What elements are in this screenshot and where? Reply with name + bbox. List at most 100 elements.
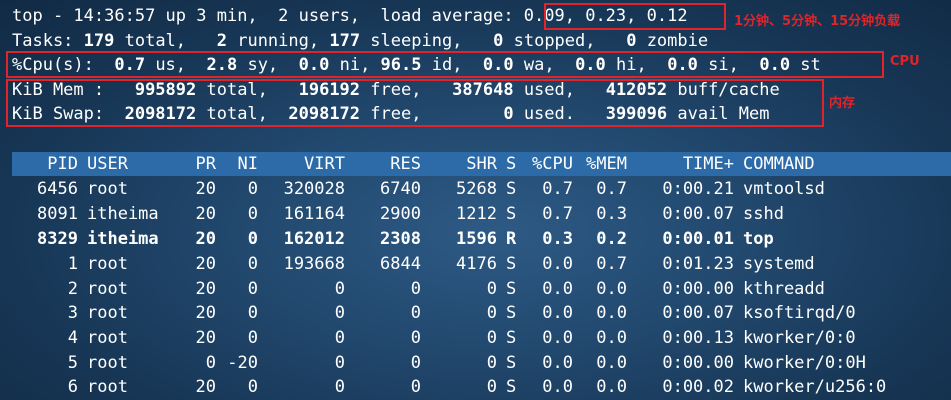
mem-cell: 0.3 (596, 204, 627, 224)
tasks-running: 2 (216, 31, 227, 51)
process-row[interactable]: 5 root 0 -20 0 0 0 S 0.0 0.0 0:00.00 kwo… (0, 351, 951, 376)
cpu-cell: 0.0 (542, 328, 573, 348)
pr-cell: 20 (195, 303, 216, 323)
process-row[interactable]: 3 root 20 0 0 0 0 S 0.0 0.0 0:00.07 ksof… (0, 301, 951, 326)
command-cell: kworker/u256:0 (743, 377, 887, 397)
process-table-header: PID USER PR NI VIRT RES SHR S %CPU %MEM … (0, 152, 951, 177)
user-cell: root (87, 353, 128, 373)
res-cell: 0 (410, 303, 421, 323)
cpu-cell: 0.7 (542, 204, 573, 224)
users-count: 2 (278, 6, 289, 26)
col-pr-header[interactable]: PR (180, 152, 216, 177)
pid-cell: 6 (67, 377, 78, 397)
col-time-header[interactable]: TIME+ (636, 152, 734, 177)
col-s-header[interactable]: S (506, 152, 516, 177)
load-average-annotation: 1分钟、5分钟、15分钟负载 (734, 14, 901, 29)
command-cell: systemd (743, 254, 815, 274)
mem-cell: 0.0 (596, 279, 627, 299)
time-cell: 0:00.21 (662, 179, 734, 199)
process-row[interactable]: 6456 root 20 0 320028 6740 5268 S 0.7 0.… (0, 177, 951, 202)
res-cell: 6844 (380, 254, 421, 274)
mem-cell: 0.0 (596, 353, 627, 373)
mem-cell: 0.0 (596, 328, 627, 348)
pr-cell: 20 (195, 254, 216, 274)
memory-highlight-box (6, 79, 824, 127)
pr-cell: 0 (205, 353, 216, 373)
col-user-header[interactable]: USER (87, 152, 128, 177)
time-cell: 0:00.13 (662, 328, 734, 348)
col-mem-header[interactable]: %MEM (579, 152, 627, 177)
top-prefix: top - (12, 6, 74, 26)
res-cell: 2308 (380, 229, 421, 249)
virt-cell: 193668 (283, 254, 345, 274)
command-cell: kworker/0:0 (743, 328, 856, 348)
time-cell: 0:00.01 (662, 229, 734, 249)
process-row[interactable]: 4 root 20 0 0 0 0 S 0.0 0.0 0:00.13 kwor… (0, 326, 951, 351)
terminal-window[interactable]: top - 14:36:57 up 3 min, 2 users, load a… (0, 0, 951, 400)
state-cell: S (506, 179, 517, 199)
pid-cell: 3 (67, 303, 78, 323)
cpu-cell: 0.0 (542, 279, 573, 299)
virt-cell: 0 (334, 328, 345, 348)
process-row-running[interactable]: 8329 itheima 20 0 162012 2308 1596 R 0.3… (0, 227, 951, 252)
pid-cell: 8091 (37, 204, 78, 224)
cpu-annotation: CPU (890, 54, 920, 69)
mem-cell: 0.0 (596, 303, 627, 323)
user-cell: root (87, 179, 128, 199)
pr-cell: 20 (195, 377, 216, 397)
tasks-sleeping: 177 (329, 31, 361, 51)
memory-annotation: 内存 (829, 96, 856, 111)
ni-cell: -20 (227, 353, 258, 373)
virt-cell: 161164 (283, 204, 345, 224)
state-cell: S (506, 303, 517, 323)
cpu-cell: 0.7 (542, 179, 573, 199)
cpu-cell: 0.0 (542, 303, 573, 323)
time-cell: 0:00.02 (662, 377, 734, 397)
process-row[interactable]: 2 root 20 0 0 0 0 S 0.0 0.0 0:00.00 kthr… (0, 277, 951, 302)
col-ni-header[interactable]: NI (222, 152, 258, 177)
process-row[interactable]: 1 root 20 0 193668 6844 4176 S 0.0 0.7 0… (0, 252, 951, 277)
virt-cell: 0 (334, 353, 345, 373)
user-cell: root (87, 279, 128, 299)
virt-cell: 162012 (283, 229, 345, 249)
shr-cell: 4176 (456, 254, 497, 274)
ni-cell: 0 (247, 279, 258, 299)
pr-cell: 20 (195, 204, 216, 224)
shr-cell: 0 (486, 328, 497, 348)
ni-cell: 0 (247, 179, 258, 199)
user-cell: root (87, 328, 128, 348)
res-cell: 0 (410, 377, 421, 397)
state-cell: S (506, 377, 517, 397)
time-cell: 0:00.07 (662, 303, 734, 323)
state-cell: S (506, 204, 517, 224)
col-res-header[interactable]: RES (351, 152, 421, 177)
col-cpu-header[interactable]: %CPU (525, 152, 573, 177)
cpu-highlight-box (6, 51, 884, 78)
res-cell: 0 (410, 353, 421, 373)
pr-cell: 20 (195, 328, 216, 348)
col-pid-header[interactable]: PID (12, 152, 78, 177)
res-cell: 6740 (380, 179, 421, 199)
tasks-zombie: 0 (626, 31, 637, 51)
ni-cell: 0 (247, 204, 258, 224)
col-command-header[interactable]: COMMAND (743, 152, 815, 177)
pid-cell: 5 (67, 353, 78, 373)
process-row[interactable]: 8091 itheima 20 0 161164 2900 1212 S 0.7… (0, 202, 951, 227)
pid-cell: 6456 (37, 179, 78, 199)
command-cell: kworker/0:0H (743, 353, 866, 373)
mem-cell: 0.0 (596, 377, 627, 397)
cpu-cell: 0.0 (542, 353, 573, 373)
command-cell: kthreadd (743, 279, 825, 299)
current-time: 14:36:57 (73, 6, 156, 26)
col-shr-header[interactable]: SHR (427, 152, 497, 177)
user-cell: root (87, 303, 128, 323)
state-cell: S (506, 279, 517, 299)
time-cell: 0:00.07 (662, 204, 734, 224)
res-cell: 2900 (380, 204, 421, 224)
col-virt-header[interactable]: VIRT (264, 152, 345, 177)
time-cell: 0:00.00 (662, 353, 734, 373)
process-row[interactable]: 6 root 20 0 0 0 0 S 0.0 0.0 0:00.02 kwor… (0, 375, 951, 400)
ni-cell: 0 (247, 377, 258, 397)
state-cell: S (506, 353, 517, 373)
user-cell: itheima (87, 204, 159, 224)
